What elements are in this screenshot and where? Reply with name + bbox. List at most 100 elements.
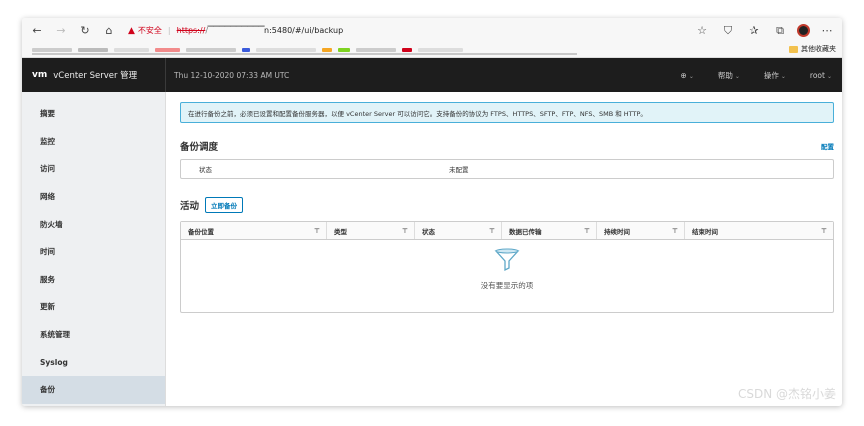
- filter-icon[interactable]: ⊤: [402, 227, 408, 235]
- bookmark-item[interactable]: [78, 48, 108, 52]
- sidebar-item-time[interactable]: 时间: [22, 238, 165, 266]
- sidebar-item-label: 防火墙: [40, 219, 63, 229]
- sidebar-item-monitor[interactable]: 监控: [22, 128, 165, 156]
- app-title: vCenter Server 管理: [53, 71, 138, 81]
- chevron-down-icon: ⌄: [734, 72, 740, 80]
- bookmark-item[interactable]: [186, 48, 236, 52]
- sidebar-item-summary[interactable]: 摘要: [22, 100, 165, 128]
- address-bar[interactable]: ▲ 不安全 | https:// /▔▔▔▔▔▔▔▔▔▔ n:5480/#/ui…: [124, 21, 693, 40]
- sidebar-item-firewall[interactable]: 防火墙: [22, 210, 165, 238]
- filter-icon[interactable]: ⊤: [672, 227, 678, 235]
- help-menu[interactable]: 帮助 ⌄: [718, 70, 740, 81]
- sidebar-item-access[interactable]: 访问: [22, 155, 165, 183]
- shield-icon[interactable]: ⛉: [719, 22, 737, 40]
- header-datetime: Thu 12-10-2020 07:33 AM UTC: [174, 70, 290, 80]
- column-label: 状态: [422, 227, 435, 236]
- filter-icon[interactable]: ⊤: [821, 227, 827, 235]
- empty-placeholder: 没有要显示的项: [181, 248, 833, 291]
- sidebar-item-syslog[interactable]: Syslog: [22, 348, 165, 376]
- sidebar-item-label: 监控: [40, 136, 55, 146]
- column-header[interactable]: 持续时间 ⊤: [597, 222, 685, 239]
- bookmarks-bar: 其他收藏夹: [22, 43, 842, 58]
- sidebar-item-backup[interactable]: 备份: [22, 375, 165, 404]
- main-content: 在进行备份之前，必须已设置和配置备份服务器，以便 vCenter Server …: [166, 92, 842, 406]
- column-label: 结束时间: [692, 227, 718, 236]
- bookmark-item[interactable]: [418, 48, 463, 52]
- schedule-header: 备份调度 配置: [180, 139, 834, 153]
- user-label: root: [809, 70, 825, 80]
- reload-icon[interactable]: ↻: [76, 22, 94, 40]
- sidebar-item-label: 备份: [40, 385, 55, 395]
- bookmark-item[interactable]: [32, 48, 72, 52]
- sidebar-item-network[interactable]: 网络: [22, 183, 165, 211]
- activity-header: 活动 立即备份: [180, 197, 834, 213]
- bookmark-underline: [32, 53, 577, 55]
- folder-icon: [789, 45, 798, 53]
- sidebar-item-update[interactable]: 更新: [22, 293, 165, 321]
- column-header[interactable]: 数据已传输 ⊤: [502, 222, 597, 239]
- column-header[interactable]: 结束时间 ⊤: [685, 222, 833, 239]
- bookmark-item[interactable]: [322, 48, 332, 52]
- url-scheme: https://: [176, 26, 206, 35]
- column-header[interactable]: 类型 ⊤: [327, 222, 415, 239]
- activity-datagrid: 备份位置 ⊤ 类型 ⊤ 状态 ⊤ 数据已传输 ⊤ 持续时间 ⊤ 结束时间 ⊤ 没有要显示的项: [180, 221, 834, 313]
- actions-label: 操作: [763, 70, 779, 80]
- alert-text: 在进行备份之前，必须已设置和配置备份服务器，以便 vCenter Server …: [188, 109, 647, 118]
- sidebar-item-label: 时间: [40, 247, 55, 257]
- sidebar-item-services[interactable]: 服务: [22, 266, 165, 294]
- brand[interactable]: vm vCenter Server 管理: [22, 58, 166, 92]
- activity-title: 活动: [180, 201, 200, 212]
- sidebar-item-label: 服务: [40, 274, 55, 284]
- info-alert: 在进行备份之前，必须已设置和配置备份服务器，以便 vCenter Server …: [180, 102, 834, 123]
- schedule-status-key: 状态: [199, 166, 212, 174]
- sidebar-item-label: 更新: [40, 302, 55, 312]
- column-header[interactable]: 状态 ⊤: [415, 222, 502, 239]
- browser-window: ← → ↻ ⌂ ▲ 不安全 | https:// /▔▔▔▔▔▔▔▔▔▔ n:5…: [22, 18, 842, 406]
- backup-now-button[interactable]: 立即备份: [205, 197, 244, 213]
- forward-icon[interactable]: →: [52, 22, 70, 40]
- folder-label: 其他收藏夹: [801, 45, 836, 53]
- bookmark-item[interactable]: [242, 48, 250, 52]
- bookmark-item[interactable]: [402, 48, 412, 52]
- insecure-label: 不安全: [137, 26, 162, 35]
- sidebar-item-label: 网络: [40, 192, 55, 202]
- empty-text: 没有要显示的项: [480, 281, 534, 290]
- column-label: 持续时间: [604, 227, 630, 236]
- collections-icon[interactable]: ⧉: [771, 22, 789, 40]
- home-icon[interactable]: ⌂: [100, 22, 118, 40]
- language-menu[interactable]: ⊕ ⌄: [681, 71, 694, 80]
- vm-logo: vm: [32, 70, 48, 80]
- app-body: 摘要 监控 访问 网络 防火墙 时间 服务 更新 系统管理 Syslog 备份 …: [22, 92, 842, 406]
- more-icon[interactable]: ⋯: [818, 22, 836, 40]
- sidebar-item-label: 系统管理: [40, 330, 70, 340]
- bookmark-item[interactable]: [256, 48, 316, 52]
- actions-menu[interactable]: 操作 ⌄: [764, 70, 786, 81]
- column-label: 数据已传输: [509, 227, 542, 236]
- configure-link[interactable]: 配置: [821, 141, 834, 151]
- bookmark-item[interactable]: [155, 48, 180, 52]
- watermark: CSDN @杰铭小姜: [737, 387, 836, 401]
- bookmark-item[interactable]: [338, 48, 350, 52]
- schedule-status-box: 状态 未配置: [180, 159, 834, 179]
- chevron-down-icon: ⌄: [688, 72, 694, 80]
- sidebar-item-administration[interactable]: 系统管理: [22, 321, 165, 349]
- column-label: 备份位置: [188, 227, 214, 236]
- back-icon[interactable]: ←: [28, 22, 46, 40]
- profile-avatar[interactable]: [797, 24, 810, 37]
- sidebar-item-label: 访问: [40, 164, 55, 174]
- favorites-icon[interactable]: ✰: [745, 22, 763, 40]
- filter-icon[interactable]: ⊤: [314, 227, 320, 235]
- filter-icon[interactable]: ⊤: [584, 227, 590, 235]
- schedule-title: 备份调度: [180, 142, 219, 153]
- other-favorites-folder[interactable]: 其他收藏夹: [789, 44, 836, 54]
- favorite-star-icon[interactable]: ☆: [693, 22, 711, 40]
- user-menu[interactable]: root ⌄: [810, 71, 832, 80]
- warning-icon: ▲: [128, 25, 135, 36]
- bookmark-item[interactable]: [356, 48, 396, 52]
- sidebar: 摘要 监控 访问 网络 防火墙 时间 服务 更新 系统管理 Syslog 备份: [22, 92, 166, 406]
- column-header[interactable]: 备份位置 ⊤: [181, 222, 327, 239]
- filter-icon[interactable]: ⊤: [489, 227, 495, 235]
- url-path: n:5480/#/ui/backup: [264, 26, 344, 35]
- sidebar-item-label: Syslog: [40, 357, 68, 367]
- bookmark-item[interactable]: [114, 48, 149, 52]
